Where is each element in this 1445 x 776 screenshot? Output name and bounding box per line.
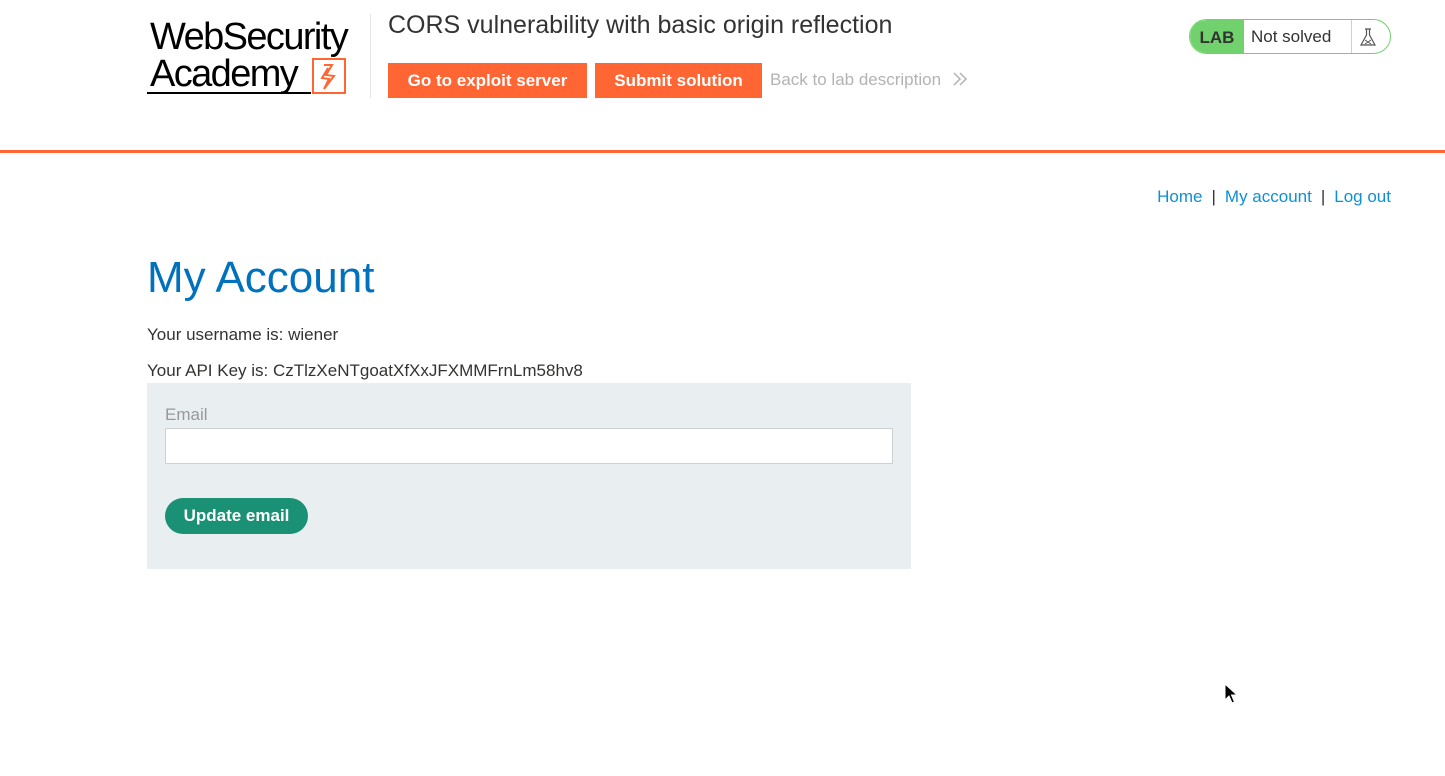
go-to-exploit-server-button[interactable]: Go to exploit server [388,63,587,98]
username-text: Your username is: wiener [147,325,339,344]
status-divider [1351,20,1352,53]
lab-badge: LAB [1190,20,1244,53]
account-navigation: Home | My account | Log out [1157,187,1391,207]
back-to-lab-description-link[interactable]: Back to lab description [770,70,941,90]
nav-home-link[interactable]: Home [1157,187,1202,206]
lab-status-text: Not solved [1251,27,1332,46]
mouse-pointer-icon [1224,682,1239,710]
lab-status-widget[interactable]: LAB Not solved [1189,19,1391,54]
email-label: Email [165,405,208,424]
submit-solution-button[interactable]: Submit solution [595,63,762,98]
logo-text-line2: Academy [150,53,299,95]
nav-my-account-link[interactable]: My account [1225,187,1312,206]
change-email-form: Email Update email [147,383,911,569]
nav-separator: | [1320,187,1326,206]
lightning-bolt-icon [312,58,346,94]
nav-log-out-link[interactable]: Log out [1334,187,1391,206]
flask-icon [1358,27,1378,52]
web-security-academy-logo[interactable]: WebSecurity Academy [147,14,371,98]
logo-text-line1: WebSecurity [150,16,349,58]
nav-separator: | [1211,187,1216,206]
page-title: My Account [147,253,375,302]
lab-header: WebSecurity Academy CORS vulnerability w… [0,0,1445,153]
update-email-button[interactable]: Update email [165,498,308,534]
double-chevron-right-icon[interactable] [952,71,968,92]
lab-title: CORS vulnerability with basic origin ref… [388,11,893,39]
api-key-text: Your API Key is: CzTlzXeNTgoatXfXxJFXMMF… [147,361,583,380]
logo-underline [147,92,311,94]
email-input[interactable] [165,428,893,464]
